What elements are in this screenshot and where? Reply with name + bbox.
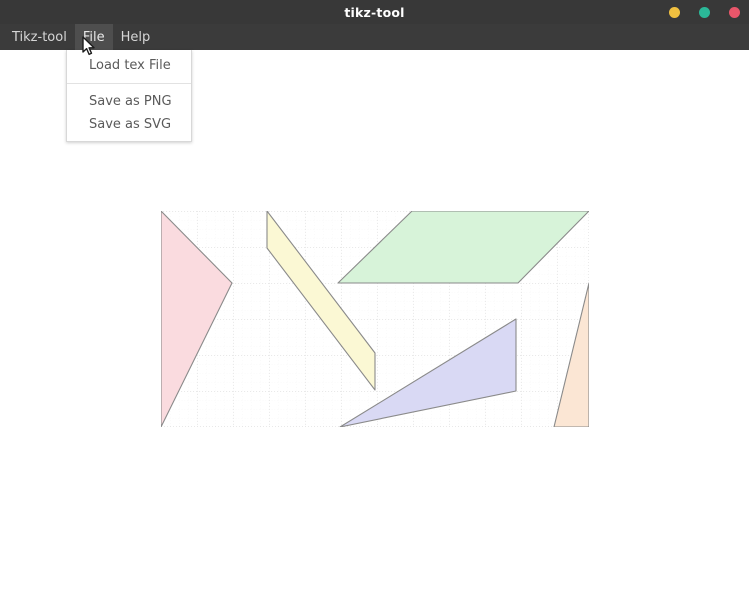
menu-item-help[interactable]: Help [113,24,159,50]
window-controls [669,0,740,24]
tikz-figure [161,211,589,427]
menu-item-label: Help [120,29,151,45]
menu-item-file[interactable]: File [74,24,113,50]
window-title: tikz-tool [344,4,405,20]
tikz-figure-svg [161,211,589,427]
menu-option-save-as-svg[interactable]: Save as SVG [67,113,191,136]
menu-option-label: Load tex File [89,58,171,73]
menu-option-label: Save as SVG [89,117,172,132]
menu-option-load-tex-file[interactable]: Load tex File [67,54,191,77]
menu-item-label: File [82,29,105,45]
minimize-button[interactable] [669,6,680,18]
title-bar: tikz-tool [0,0,749,24]
menu-option-save-as-png[interactable]: Save as PNG [67,90,191,113]
close-button[interactable] [729,6,740,18]
menu-option-label: Save as PNG [89,94,172,109]
file-menu-dropdown: Load tex File Save as PNG Save as SVG [66,50,192,142]
menu-item-tikz-tool[interactable]: Tikz-tool [4,24,75,50]
menu-item-label: Tikz-tool [12,29,67,45]
menu-bar: Tikz-tool File Help [0,24,749,50]
menu-separator [67,83,191,84]
maximize-button[interactable] [699,6,710,18]
